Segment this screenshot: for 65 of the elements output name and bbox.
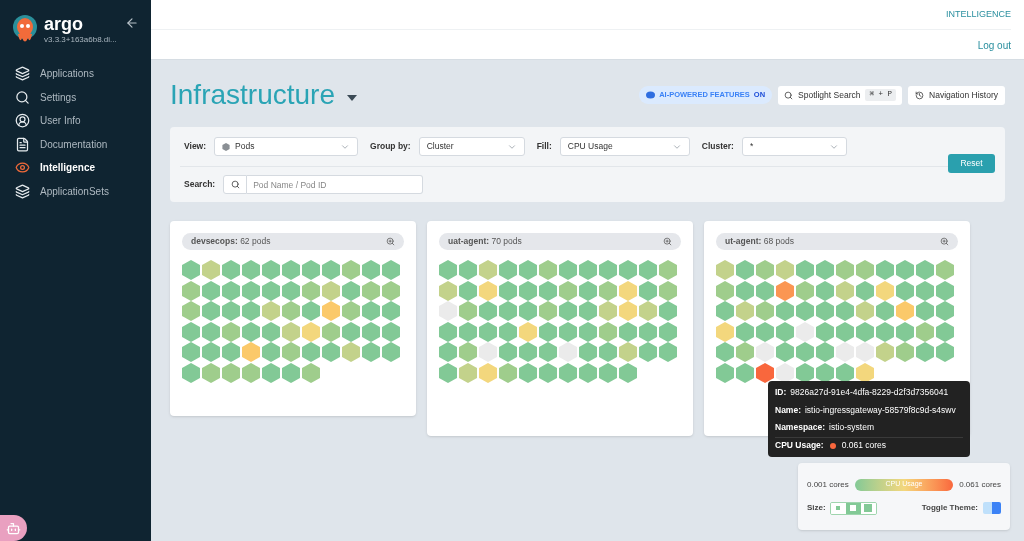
filter-select[interactable]: * xyxy=(741,137,847,156)
pod-hexagon[interactable] xyxy=(856,362,874,383)
theme-label: Toggle Theme: xyxy=(921,502,978,514)
filter-label: View: xyxy=(184,140,207,153)
layers-icon xyxy=(15,66,30,82)
size-label: Size: xyxy=(807,502,826,514)
max-value: 0.061 cores xyxy=(959,478,1001,491)
cluster-title: devsecops: 62 pods xyxy=(191,235,271,248)
tooltip-value: 9826a27d-91e4-4dfa-8229-d2f3d7356041 xyxy=(790,386,949,400)
layers-icon xyxy=(15,183,30,199)
filter-label: Group by: xyxy=(370,140,411,153)
sidebar-item[interactable]: Settings xyxy=(0,85,151,109)
collapse-arrow-icon[interactable] xyxy=(125,16,139,30)
zoom-icon[interactable] xyxy=(663,237,672,246)
filter-select[interactable]: CPU Usage xyxy=(559,137,690,156)
filter-label: Cluster: xyxy=(701,140,734,153)
navigation-history-button[interactable]: Navigation History xyxy=(908,85,1005,105)
page-title: Infrastructure xyxy=(170,78,335,112)
tooltip-value: istio-ingressgateway-58579f8c9d-s4swv xyxy=(805,403,956,417)
pod-hexagon[interactable] xyxy=(756,362,774,383)
pod-hexagon[interactable] xyxy=(776,362,794,383)
search-icon xyxy=(784,90,794,100)
sidebar-item[interactable]: Applications xyxy=(0,62,151,86)
document-icon xyxy=(15,136,30,152)
history-icon xyxy=(915,90,924,100)
search-icon xyxy=(15,89,30,105)
search-label: Search: xyxy=(184,178,216,191)
sidebar-item[interactable]: Documentation xyxy=(0,132,151,156)
zoom-icon[interactable] xyxy=(386,237,395,246)
pod-hexagon[interactable] xyxy=(816,362,834,383)
filter-select[interactable]: Pods xyxy=(214,137,359,156)
size-option[interactable] xyxy=(860,502,876,514)
robot-icon xyxy=(6,520,21,536)
logout-link[interactable]: Log out xyxy=(977,38,1011,53)
pod-hexagon[interactable] xyxy=(796,362,814,383)
tooltip-label: Name: xyxy=(775,403,801,417)
size-option[interactable] xyxy=(845,502,861,514)
min-value: 0.001 cores xyxy=(807,478,849,491)
sidebar-item[interactable]: ApplicationSets xyxy=(0,179,151,203)
pod-hexagon[interactable] xyxy=(836,362,854,383)
version-text: v3.3.3+163a6b8.di... xyxy=(44,34,117,46)
filter-select[interactable]: Cluster xyxy=(418,137,525,156)
tooltip-label: Namespace: xyxy=(775,421,826,435)
filter-label: Fill: xyxy=(536,140,552,153)
caret-icon[interactable] xyxy=(346,95,357,101)
zoom-icon[interactable] xyxy=(940,237,949,246)
brand-name: argo xyxy=(44,14,84,34)
tooltip-label: CPU Usage: xyxy=(775,439,824,453)
sidebar-item[interactable]: Intelligence xyxy=(0,156,151,180)
search-field[interactable]: Pod Name / Pod ID xyxy=(247,175,424,194)
user-icon xyxy=(15,113,30,129)
tooltip-value: istio-system xyxy=(829,421,874,435)
sidebar-item[interactable]: User Info xyxy=(0,109,151,133)
search-icon xyxy=(230,180,240,189)
intelligence-link[interactable]: INTELLIGENCE xyxy=(945,7,1011,22)
tooltip-value: 0.061 cores xyxy=(841,439,887,453)
size-option[interactable] xyxy=(830,502,846,514)
cluster-title: ut-agent: 68 pods xyxy=(725,235,794,248)
theme-toggle[interactable] xyxy=(983,502,1001,514)
cluster-title: uat-agent: 70 pods xyxy=(448,235,522,248)
tooltip-label: ID: xyxy=(775,386,787,400)
chatbot-button[interactable] xyxy=(0,515,27,541)
eye-icon xyxy=(15,160,30,176)
search-icon-box[interactable] xyxy=(223,175,248,194)
hexagon-icon xyxy=(222,142,231,151)
